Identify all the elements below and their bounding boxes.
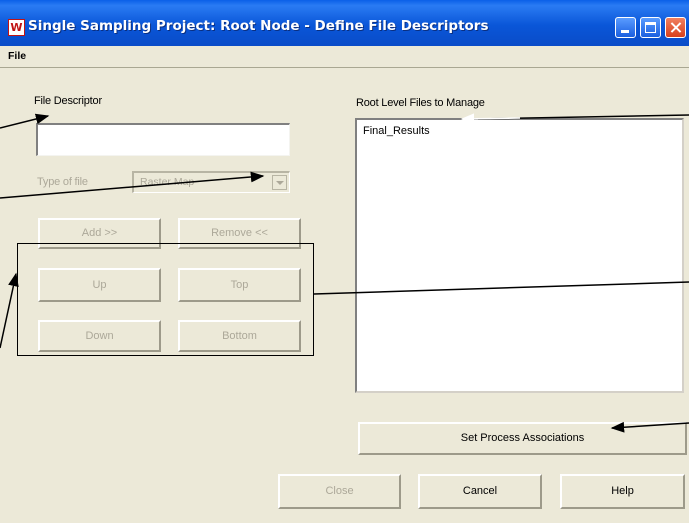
callout-arrow-set-process (610, 421, 689, 433)
callout-arrow-type-of-file (0, 171, 265, 199)
callout-line-ordering-box (313, 281, 689, 295)
callout-arrow-root-files (460, 113, 521, 125)
callout-annotations (0, 113, 689, 433)
callout-arrow-ordering-buttons (0, 272, 19, 349)
callout-arrow-file-descriptor (0, 113, 50, 129)
